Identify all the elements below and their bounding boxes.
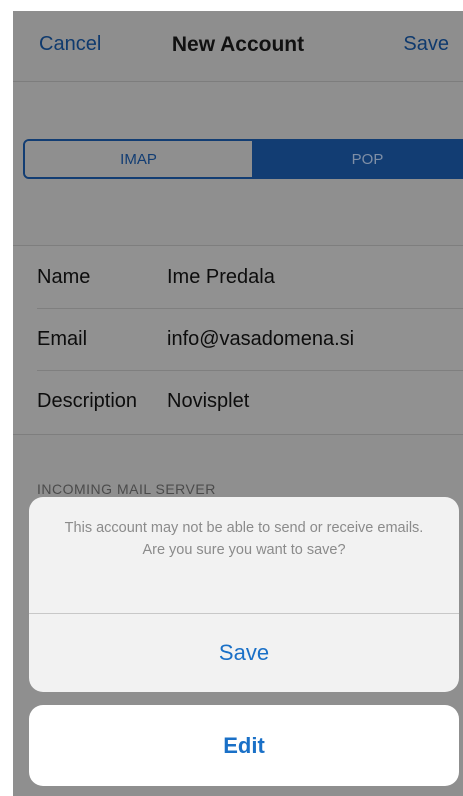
description-field[interactable]: Novisplet	[167, 390, 249, 413]
save-button[interactable]: Save	[403, 33, 449, 56]
segment-pop[interactable]: POP	[254, 141, 463, 177]
confirm-save-button[interactable]: Save	[29, 614, 459, 692]
description-label: Description	[37, 389, 138, 412]
segment-imap[interactable]: IMAP	[25, 141, 254, 177]
navigation-bar: Cancel New Account Save	[13, 11, 463, 82]
description-row[interactable]: Description Novisplet	[13, 370, 463, 432]
name-row[interactable]: Name Ime Predala	[13, 246, 463, 308]
account-form: Name Ime Predala Email info@vasadomena.s…	[13, 245, 463, 435]
incoming-mail-server-header: INCOMING MAIL SERVER	[37, 481, 216, 497]
screen: Cancel New Account Save IMAP POP Name Im…	[13, 11, 463, 796]
edit-button[interactable]: Edit	[29, 705, 459, 786]
name-field[interactable]: Ime Predala	[167, 266, 275, 289]
action-sheet: This account may not be able to send or …	[29, 497, 459, 692]
email-label: Email	[37, 327, 88, 350]
page-title: New Account	[171, 33, 305, 56]
name-label: Name	[37, 265, 91, 288]
email-field[interactable]: info@vasadomena.si	[167, 328, 354, 351]
alert-message: This account may not be able to send or …	[64, 520, 424, 558]
account-type-segmented-control: IMAP POP	[23, 139, 463, 179]
email-row[interactable]: Email info@vasadomena.si	[13, 308, 463, 370]
